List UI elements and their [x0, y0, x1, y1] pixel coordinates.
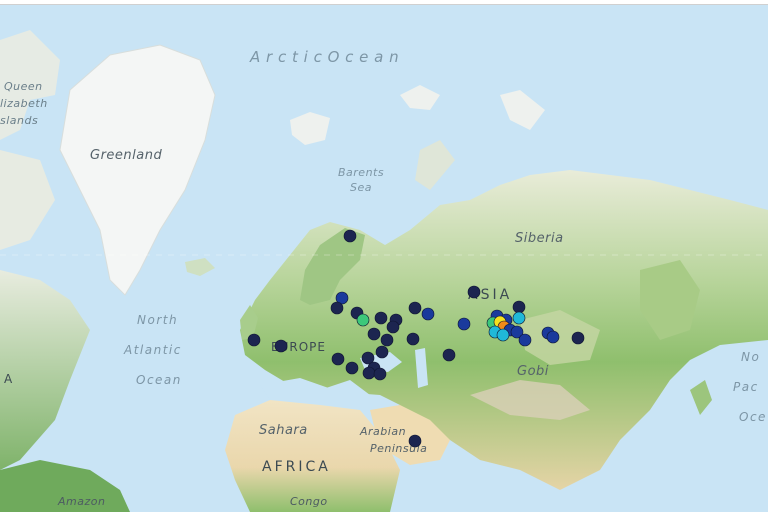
map-marker[interactable]: [345, 361, 359, 375]
marker-layer: [247, 229, 585, 448]
map-marker[interactable]: [496, 328, 510, 342]
map-marker[interactable]: [518, 333, 532, 347]
map-marker[interactable]: [408, 301, 422, 315]
map-marker[interactable]: [380, 333, 394, 347]
map-marker[interactable]: [274, 339, 288, 353]
map-marker[interactable]: [356, 313, 370, 327]
map-marker[interactable]: [512, 311, 526, 325]
map-view[interactable]: A r c t i c O c e a n Queen lizabeth sla…: [0, 0, 768, 512]
map-marker[interactable]: [457, 317, 471, 331]
map-marker[interactable]: [442, 348, 456, 362]
map-marker[interactable]: [421, 307, 435, 321]
map-marker[interactable]: [367, 327, 381, 341]
map-marker[interactable]: [571, 331, 585, 345]
map-marker[interactable]: [386, 320, 400, 334]
map-marker[interactable]: [343, 229, 357, 243]
map-marker[interactable]: [362, 366, 376, 380]
map-marker[interactable]: [512, 300, 526, 314]
map-marker[interactable]: [546, 330, 560, 344]
map-marker[interactable]: [247, 333, 261, 347]
map-marker[interactable]: [408, 434, 422, 448]
map-marker[interactable]: [406, 332, 420, 346]
map-marker[interactable]: [467, 285, 481, 299]
map-marker[interactable]: [375, 345, 389, 359]
map-marker[interactable]: [331, 352, 345, 366]
map-marker[interactable]: [374, 311, 388, 325]
map-marker[interactable]: [330, 301, 344, 315]
map-marker[interactable]: [373, 367, 387, 381]
